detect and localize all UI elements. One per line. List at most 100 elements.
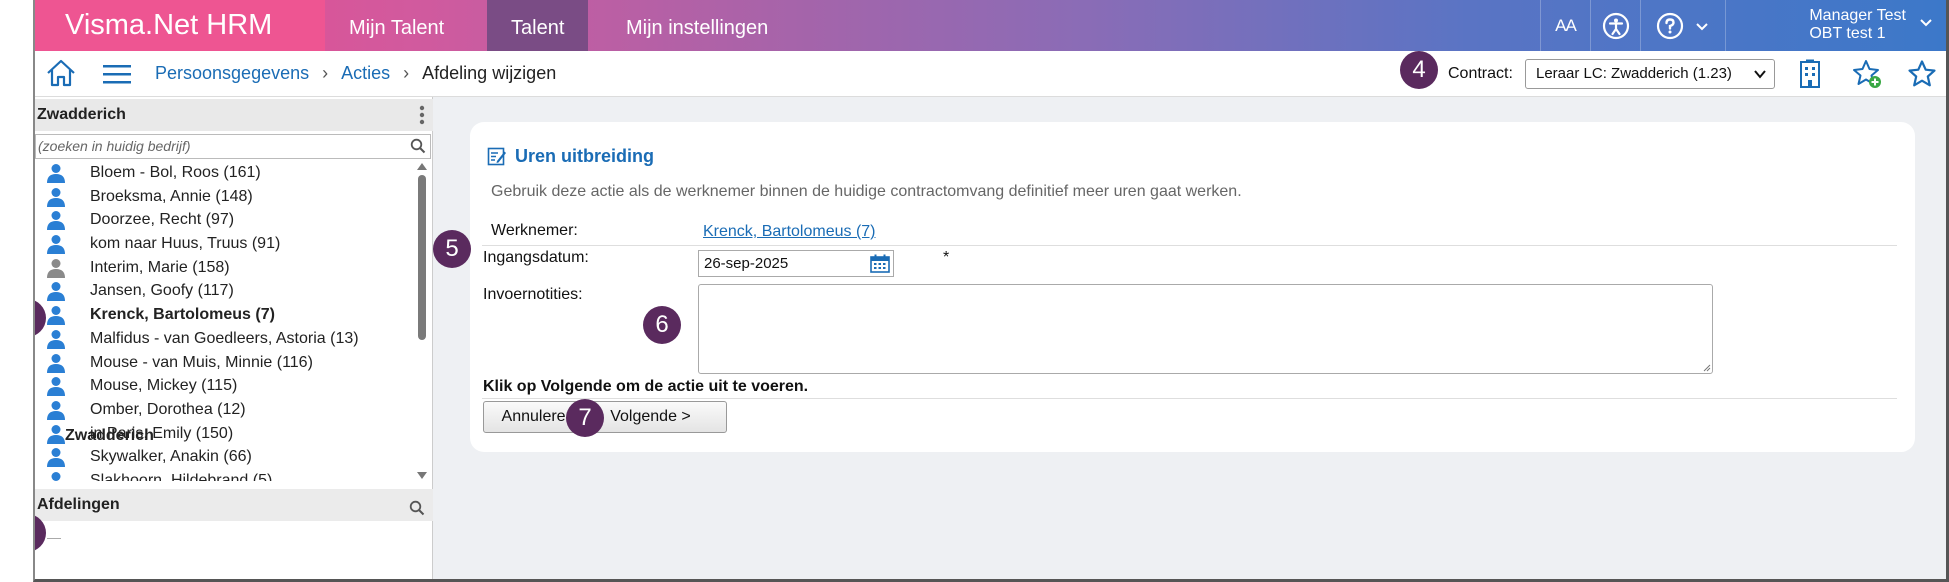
nav-tab-mijn-instellingen[interactable]: Mijn instellingen — [602, 0, 792, 51]
user-company: OBT test 1 — [1809, 25, 1886, 42]
more-options-icon[interactable] — [419, 105, 425, 137]
divider — [482, 398, 1897, 399]
add-favorite-star-icon[interactable] — [1850, 57, 1884, 91]
breadcrumb-bar: Persoonsgegevens › Acties › Afdeling wijzige… — [35, 51, 1946, 97]
building-icon[interactable] — [1793, 57, 1827, 91]
employee-name: kom naar Huus, Truus (91) — [90, 235, 281, 253]
notes-label: Invoernotities: — [483, 286, 583, 303]
search-icon[interactable] — [410, 138, 426, 161]
top-navigation-bar: Visma.Net HRM Mijn Talent Talent Mijn in… — [35, 0, 1946, 51]
top-divider-spacer — [1725, 0, 1775, 51]
employee-name: Skywalker, Anakin (66) — [90, 448, 252, 466]
list-item[interactable]: Mouse, Mickey (115) — [35, 374, 413, 398]
department-tree-root[interactable]: Zwadderich — [65, 427, 154, 445]
employee-name: Interim, Marie (158) — [90, 258, 230, 276]
nav-tab-talent[interactable]: Talent — [487, 0, 589, 51]
list-item[interactable]: Doorzee, Recht (97) — [35, 208, 413, 232]
form-title-text: Uren uitbreiding — [515, 146, 654, 166]
date-label: Ingangsdatum: — [483, 249, 589, 266]
user-name: Manager Test — [1809, 7, 1906, 24]
search-icon[interactable] — [409, 496, 425, 528]
breadcrumb-persoonsgegevens[interactable]: Persoonsgegevens — [155, 63, 309, 83]
user-chevron-down-icon[interactable] — [1918, 14, 1934, 35]
edit-document-icon — [487, 147, 506, 166]
person-icon — [47, 258, 65, 278]
window-left-margin — [0, 0, 33, 582]
list-item[interactable]: Malfidus - van Goedleers, Astoria (13) — [35, 327, 413, 351]
person-icon — [47, 164, 65, 183]
person-icon — [47, 306, 65, 326]
breadcrumb: Persoonsgegevens › Acties › Afdeling wijzige… — [155, 63, 556, 84]
hamburger-menu-icon[interactable] — [103, 63, 131, 85]
employee-name: Bloem - Bol, Roos (161) — [90, 164, 261, 181]
required-marker: * — [943, 249, 950, 266]
home-icon[interactable] — [45, 57, 77, 89]
list-item[interactable]: Skywalker, Anakin (66) — [35, 445, 413, 469]
unit-header: Zwadderich — [35, 99, 433, 131]
text-size-icon[interactable]: AA — [1540, 0, 1590, 51]
divider — [482, 245, 1897, 246]
list-item[interactable]: Broeksma, Annie (148) — [35, 185, 413, 209]
notes-textarea[interactable] — [698, 284, 1713, 374]
instruction-text: Klik op Volgende om de actie uit te voer… — [483, 378, 809, 395]
help-icon — [1656, 12, 1684, 39]
employee-name: Broeksma, Annie (148) — [90, 187, 253, 205]
employee-name: Doorzee, Recht (97) — [90, 211, 235, 229]
employee-name: Jansen, Goofy (117) — [90, 282, 234, 300]
form-title: Uren uitbreiding — [487, 146, 654, 167]
scroll-up-icon[interactable] — [416, 161, 428, 171]
step-badge-7: 7 — [566, 399, 604, 437]
employee-list-scrollbar[interactable] — [415, 161, 429, 481]
step-badge-5: 5 — [433, 230, 471, 268]
person-icon — [47, 448, 65, 468]
list-item[interactable]: Mouse - van Muis, Minnie (116) — [35, 351, 413, 375]
list-item[interactable]: Omber, Dorothea (12) — [35, 398, 413, 422]
list-item[interactable]: Slakhoorn, Hildebrand (5) — [35, 469, 413, 481]
tree-connector — [47, 538, 61, 539]
scroll-down-icon[interactable] — [416, 471, 428, 481]
user-menu[interactable]: Manager Test OBT test 1 — [1809, 7, 1906, 43]
contract-label: Contract: — [1448, 65, 1513, 82]
chevron-down-icon — [1696, 22, 1708, 30]
calendar-icon[interactable] — [870, 254, 890, 273]
search-placeholder: (zoeken in huidig bedrijf) — [38, 138, 191, 154]
breadcrumb-separator: › — [403, 63, 410, 83]
employee-link[interactable]: Krenck, Bartolomeus (7) — [703, 223, 876, 241]
list-item[interactable]: kom naar Huus, Truus (91) — [35, 232, 413, 256]
favorites-star-icon[interactable] — [1905, 57, 1939, 91]
scroll-thumb[interactable] — [418, 175, 426, 340]
step-badge-6: 6 — [643, 306, 681, 344]
contract-select[interactable]: Leraar LC: Zwadderich (1.23) — [1525, 59, 1775, 89]
brand-logo[interactable]: Visma.Net HRM — [35, 0, 325, 51]
employee-name: Mouse - van Muis, Minnie (116) — [90, 353, 313, 371]
breadcrumb-separator: › — [322, 63, 329, 83]
breadcrumb-acties[interactable]: Acties — [341, 63, 390, 83]
chevron-down-icon — [1754, 60, 1766, 98]
list-item[interactable]: Bloem - Bol, Roos (161) — [35, 161, 413, 185]
employee-panel: Zwadderich (zoeken in huidig bedrijf) Bl… — [35, 97, 433, 579]
resize-handle-icon[interactable] — [1702, 363, 1711, 372]
departments-title: Afdelingen — [37, 496, 120, 513]
employee-name: Slakhoorn, Hildebrand (5) — [90, 471, 273, 481]
person-icon — [47, 329, 65, 349]
help-menu[interactable] — [1640, 0, 1725, 51]
employee-name: Mouse, Mickey (115) — [90, 377, 238, 395]
form-description: Gebruik deze actie als de werknemer binn… — [491, 183, 1242, 200]
start-date-input[interactable]: 26-sep-2025 — [698, 250, 894, 277]
accessibility-icon[interactable] — [1590, 0, 1640, 51]
person-icon — [47, 400, 65, 420]
employee-name: Malfidus - van Goedleers, Astoria (13) — [90, 329, 359, 347]
person-icon — [47, 353, 65, 373]
contract-selected-value: Leraar LC: Zwadderich (1.23) — [1536, 65, 1732, 82]
list-item[interactable]: Krenck, Bartolomeus (7) — [35, 303, 413, 327]
employee-label: Werknemer: — [491, 222, 578, 239]
nav-tab-mijn-talent[interactable]: Mijn Talent — [325, 0, 468, 51]
unit-header-title: Zwadderich — [37, 106, 126, 123]
person-icon — [47, 377, 65, 397]
employee-search-input[interactable]: (zoeken in huidig bedrijf) — [35, 134, 431, 159]
departments-header: Afdelingen — [35, 489, 433, 521]
person-icon — [47, 424, 65, 444]
employee-name: Omber, Dorothea (12) — [90, 400, 246, 418]
list-item[interactable]: Interim, Marie (158) — [35, 256, 413, 280]
list-item[interactable]: Jansen, Goofy (117) — [35, 279, 413, 303]
